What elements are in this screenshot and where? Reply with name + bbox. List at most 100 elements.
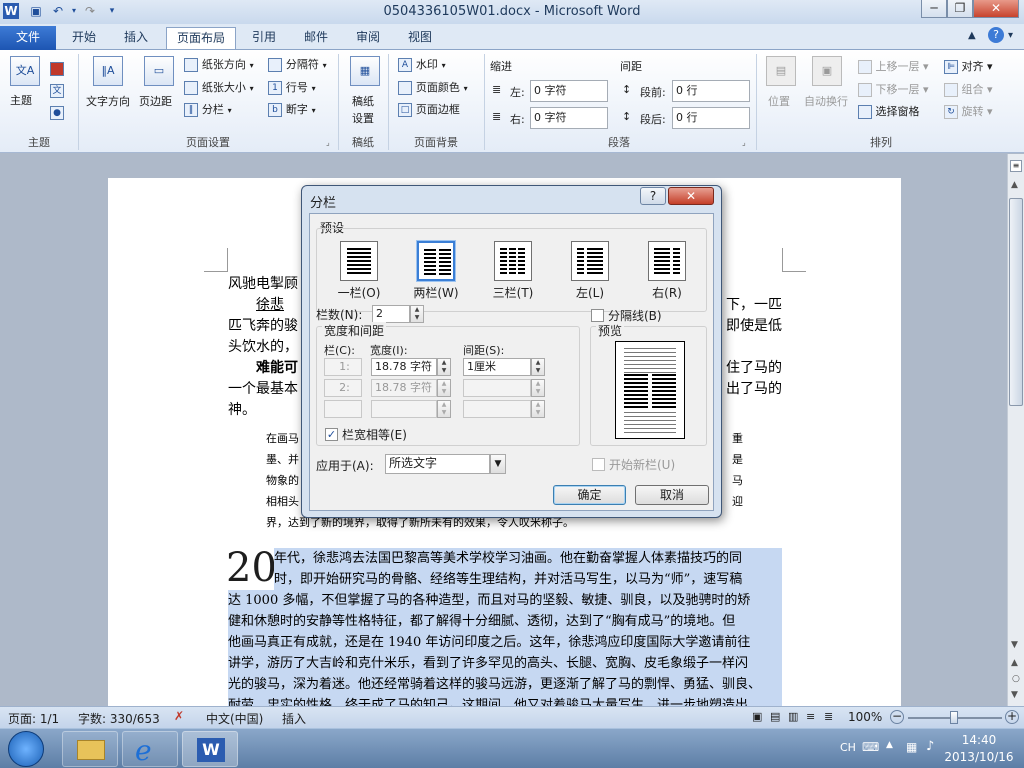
volume-icon[interactable]: ♪ <box>926 739 934 754</box>
orientation-button[interactable]: 纸张方向 ▾ <box>184 56 254 72</box>
tab-home[interactable]: 开始 <box>62 27 106 49</box>
line-numbers-button[interactable]: 1 行号 ▾ <box>268 79 316 95</box>
tab-mailings[interactable]: 邮件 <box>294 27 338 49</box>
full-screen-icon[interactable]: ▤ <box>770 710 780 723</box>
outline-icon[interactable]: ≡ <box>806 710 815 723</box>
maximize-button[interactable]: ❐ <box>947 0 973 18</box>
preset-one-column[interactable] <box>340 241 378 281</box>
margins-button[interactable]: 页边距 <box>139 93 172 109</box>
theme-fonts-icon[interactable]: 文 <box>50 84 64 98</box>
zoom-slider-thumb[interactable] <box>950 711 958 724</box>
manuscript-icon[interactable]: ▦ <box>350 56 380 86</box>
previous-page-icon[interactable]: ▲ <box>1011 658 1018 668</box>
ruler-toggle-icon[interactable]: ≡ <box>1010 160 1022 172</box>
zoom-out-icon[interactable]: − <box>890 710 904 724</box>
size-button[interactable]: 纸张大小 ▾ <box>184 79 254 95</box>
tab-page-layout[interactable]: 页面布局 <box>166 27 237 49</box>
equal-width-checkbox[interactable]: ✓ <box>325 428 338 441</box>
column-spacing-input[interactable] <box>463 379 531 397</box>
tab-view[interactable]: 视图 <box>398 27 442 49</box>
spacing-before-input[interactable]: 0 行 <box>672 80 750 102</box>
group-button[interactable]: 组合 ▾ <box>944 81 993 97</box>
taskbar-ie-icon[interactable]: e <box>122 731 178 767</box>
column-spacing-spinner[interactable]: ▲ ▼ <box>531 358 545 376</box>
taskbar-explorer-icon[interactable] <box>62 731 118 767</box>
columns-button[interactable]: ‖ 分栏 ▾ <box>184 101 232 117</box>
preset-three-columns[interactable] <box>494 241 532 281</box>
spacing-after-input[interactable]: 0 行 <box>672 107 750 129</box>
column-spacing-input[interactable] <box>463 400 531 418</box>
indent-left-input[interactable]: 0 字符 <box>530 80 608 102</box>
proofing-icon[interactable]: ✗ <box>174 709 184 723</box>
ribbon-options-icon[interactable]: ▾ <box>1008 30 1013 41</box>
scroll-down-icon[interactable]: ▼ <box>1011 640 1018 650</box>
network-icon[interactable]: ▦ <box>906 740 917 754</box>
preset-two-columns[interactable] <box>417 241 455 281</box>
rotate-button[interactable]: ↻ 旋转 ▾ <box>944 103 993 119</box>
column-width-input[interactable]: 18.78 字符 <box>371 379 437 397</box>
preset-left[interactable] <box>571 241 609 281</box>
browse-object-icon[interactable]: ○ <box>1012 674 1020 684</box>
page-color-button[interactable]: 页面颜色 ▾ <box>398 79 468 95</box>
scroll-up-icon[interactable]: ▲ <box>1011 180 1018 190</box>
text-direction-icon[interactable]: ‖A <box>93 56 123 86</box>
tab-references[interactable]: 引用 <box>242 27 286 49</box>
zoom-level[interactable]: 100% <box>848 710 882 724</box>
num-columns-spinner[interactable]: ▲ ▼ <box>410 305 424 323</box>
tray-expand-icon[interactable]: ▲ <box>886 740 893 750</box>
text-direction-button[interactable]: 文字方向 <box>86 93 130 109</box>
manuscript-setup-line2[interactable]: 设置 <box>352 110 374 126</box>
indent-right-input[interactable]: 0 字符 <box>530 107 608 129</box>
column-width-input[interactable] <box>371 400 437 418</box>
bring-forward-button[interactable]: 上移一层 ▾ <box>858 58 929 74</box>
input-language[interactable]: CH <box>840 741 856 754</box>
ok-button[interactable]: 确定 <box>553 485 626 505</box>
margins-icon[interactable]: ▭ <box>144 56 174 86</box>
close-button[interactable]: ✕ <box>973 0 1019 18</box>
themes-label[interactable]: 主题 <box>10 92 32 108</box>
manuscript-setup-line1[interactable]: 稿纸 <box>352 93 374 109</box>
print-layout-icon[interactable]: ▣ <box>752 710 762 723</box>
help-icon[interactable]: ? <box>988 27 1004 43</box>
vertical-scrollbar[interactable]: ≡ ▲ ▼ ▲ ○ ▼ <box>1007 154 1024 706</box>
clock-time[interactable]: 14:40 <box>944 733 1014 747</box>
web-layout-icon[interactable]: ▥ <box>788 710 798 723</box>
clock-date[interactable]: 2013/10/16 <box>940 750 1018 764</box>
start-new-column-checkbox[interactable] <box>592 458 605 471</box>
column-width-spinner[interactable]: ▲ ▼ <box>437 358 451 376</box>
taskbar-word-icon[interactable]: W <box>182 731 238 767</box>
column-width-spinner[interactable]: ▲ ▼ <box>437 379 451 397</box>
wrap-text-icon[interactable]: ▣ <box>812 56 842 86</box>
keyboard-icon[interactable]: ⌨ <box>862 740 879 754</box>
tab-file[interactable]: 文件 <box>0 26 56 50</box>
wrap-text-button[interactable]: 自动换行 <box>804 93 848 109</box>
apply-to-dropdown-icon[interactable]: ▼ <box>490 454 506 474</box>
hyphenation-button[interactable]: b 断字 ▾ <box>268 101 316 117</box>
zoom-in-icon[interactable]: + <box>1005 710 1019 724</box>
page-borders-button[interactable]: □ 页面边框 <box>398 101 460 117</box>
align-button[interactable]: ⊫ 对齐 ▾ <box>944 58 993 74</box>
cancel-button[interactable]: 取消 <box>635 485 709 505</box>
paragraph-launcher-icon[interactable]: ⌟ <box>742 138 746 147</box>
start-button-icon[interactable] <box>8 731 44 767</box>
column-spacing-input[interactable]: 1厘米 <box>463 358 531 376</box>
watermark-button[interactable]: A 水印 ▾ <box>398 56 446 72</box>
num-columns-input[interactable]: 2 <box>372 305 410 323</box>
line-between-checkbox[interactable] <box>591 309 604 322</box>
page-count[interactable]: 页面: 1/1 <box>8 710 59 727</box>
minimize-ribbon-icon[interactable]: ▲ <box>968 30 976 41</box>
themes-icon[interactable]: 文A <box>10 56 40 86</box>
next-page-icon[interactable]: ▼ <box>1011 690 1018 700</box>
position-button[interactable]: 位置 <box>768 93 790 109</box>
apply-to-select[interactable]: 所选文字 <box>385 454 490 474</box>
theme-colors-icon[interactable] <box>50 62 64 76</box>
breaks-button[interactable]: 分隔符 ▾ <box>268 56 327 72</box>
selection-pane-button[interactable]: 选择窗格 <box>858 103 920 119</box>
column-width-input[interactable]: 18.78 字符 <box>371 358 437 376</box>
send-backward-button[interactable]: 下移一层 ▾ <box>858 81 929 97</box>
insert-mode-status[interactable]: 插入 <box>282 710 306 727</box>
language-status[interactable]: 中文(中国) <box>206 710 263 727</box>
draft-icon[interactable]: ≣ <box>824 710 833 723</box>
minimize-button[interactable]: ─ <box>921 0 947 18</box>
page-setup-launcher-icon[interactable]: ⌟ <box>326 138 330 147</box>
